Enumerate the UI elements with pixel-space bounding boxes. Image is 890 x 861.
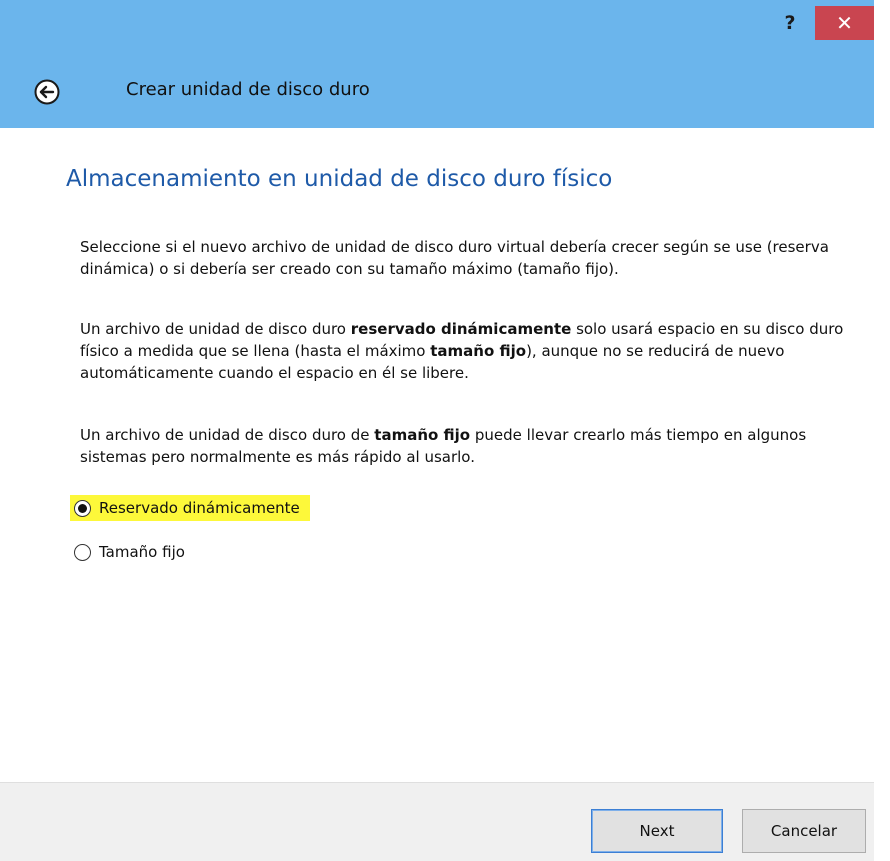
cancel-button[interactable]: Cancelar: [742, 809, 866, 853]
radio-dynamic-allocation[interactable]: Reservado dinámicamente: [70, 494, 310, 522]
p2-bold-fixed: tamaño fijo: [430, 342, 527, 360]
p3-text-a: Un archivo de unidad de disco duro de: [80, 426, 375, 444]
close-button[interactable]: ✕: [815, 6, 874, 40]
radio-dot: [78, 503, 87, 513]
description-paragraph-2: Un archivo de unidad de disco duro reser…: [80, 318, 870, 384]
p3-bold-fixed: tamaño fijo: [374, 426, 471, 444]
p2-bold-dynamic: reservado dinámicamente: [350, 320, 572, 338]
next-button[interactable]: Next: [591, 809, 723, 853]
radio-unselected-icon[interactable]: [74, 543, 91, 561]
p2-text-a: Un archivo de unidad de disco duro: [80, 320, 351, 338]
back-arrow-icon: [34, 79, 60, 105]
description-paragraph-1: Seleccione si el nuevo archivo de unidad…: [80, 238, 829, 278]
title-bar: ? ✕ Crear unidad de disco duro: [0, 0, 874, 128]
highlight-marker: Reservado dinámicamente: [70, 495, 310, 521]
radio-fixed-label: Tamaño fijo: [99, 543, 185, 561]
back-button[interactable]: [33, 78, 61, 106]
page-heading: Almacenamiento en unidad de disco duro f…: [66, 166, 613, 192]
description-paragraph-3: Un archivo de unidad de disco duro de ta…: [80, 424, 870, 468]
dialog-window: ? ✕ Crear unidad de disco duro Almacenam…: [0, 0, 874, 861]
button-bar: Next Cancelar: [0, 782, 874, 861]
page: ? ✕ Crear unidad de disco duro Almacenam…: [0, 0, 890, 861]
radio-dynamic-label: Reservado dinámicamente: [99, 499, 300, 517]
window-title: Crear unidad de disco duro: [126, 79, 370, 100]
radio-fixed-size[interactable]: Tamaño fijo: [74, 538, 185, 566]
radio-selected-icon[interactable]: [74, 499, 91, 517]
wizard-content: Almacenamiento en unidad de disco duro f…: [0, 128, 874, 782]
help-button[interactable]: ?: [769, 6, 811, 40]
